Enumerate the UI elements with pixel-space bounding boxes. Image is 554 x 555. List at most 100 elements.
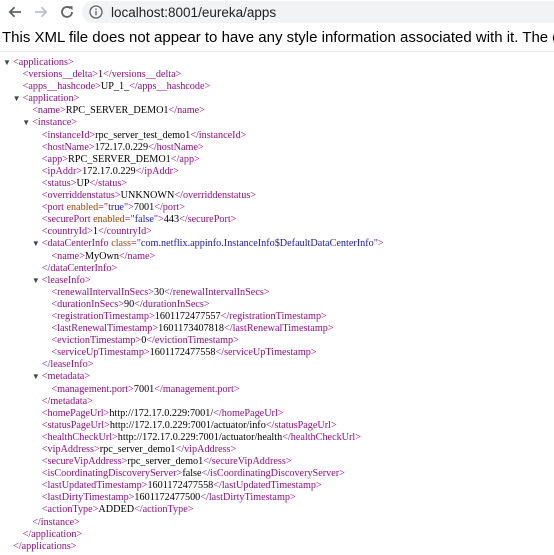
xml-tag: </ipAddr> bbox=[135, 165, 179, 177]
xml-text: 172.17.0.229 bbox=[82, 165, 136, 177]
collapse-toggle-icon[interactable]: ▼ bbox=[32, 371, 40, 383]
xml-tag: </applications> bbox=[13, 540, 77, 552]
xml-text: 7001 bbox=[133, 383, 155, 395]
xml-text: UP bbox=[76, 177, 90, 189]
xml-text: rpc_server_demo1 bbox=[127, 456, 204, 468]
xml-tag: </homePageUrl> bbox=[213, 407, 284, 419]
forward-arrow-icon bbox=[35, 6, 48, 18]
xml-tag: "> bbox=[153, 214, 164, 226]
xml-text: 30 bbox=[153, 286, 165, 298]
collapse-toggle-icon[interactable]: ▼ bbox=[3, 57, 11, 69]
xml-tag: </overriddenstatus> bbox=[174, 190, 257, 202]
xml-tag: <app> bbox=[41, 153, 68, 165]
collapse-toggle-icon[interactable]: ▼ bbox=[22, 117, 30, 129]
xml-tag: <actionType> bbox=[41, 504, 99, 516]
xml-tag: <vipAddress> bbox=[41, 444, 100, 455]
xml-line: </application> bbox=[0, 529, 554, 541]
xml-line: <status>UP</status> bbox=[0, 178, 554, 190]
xml-tag: </serviceUpTimestamp> bbox=[215, 347, 317, 359]
xml-tag: </port> bbox=[154, 202, 185, 214]
xml-tag: <evictionTimestamp> bbox=[51, 335, 142, 347]
xml-line: <evictionTimestamp>0</evictionTimestamp> bbox=[0, 335, 554, 347]
xml-tag: <countryId> bbox=[41, 226, 93, 238]
xml-line: ▼ <dataCenterInfo class="com.netflix.appi… bbox=[0, 238, 554, 250]
xml-line: <vipAddress>rpc_server_demo1</vipAddress… bbox=[0, 444, 554, 456]
xml-line: </metadata> bbox=[0, 396, 554, 408]
xml-line: <lastUpdatedTimestamp>1601172477558</las… bbox=[0, 480, 554, 492]
xml-text: MyOwn bbox=[84, 250, 119, 262]
xml-tag: "> bbox=[123, 202, 134, 214]
xml-line: <serviceUpTimestamp>1601172477558</servi… bbox=[0, 347, 554, 359]
xml-text: rpc_server_test_demo1 bbox=[95, 129, 191, 141]
xml-tag: </hostName> bbox=[148, 141, 204, 153]
xml-line: ▼ <application> bbox=[0, 93, 554, 105]
collapse-toggle-icon[interactable]: ▼ bbox=[32, 238, 40, 250]
xml-text: 172.17.0.229 bbox=[94, 141, 149, 153]
xml-line: <apps__hashcode>UP_1_</apps__hashcode> bbox=[0, 81, 554, 93]
back-button[interactable] bbox=[4, 1, 26, 23]
xml-line: <management.port>7001</management.port> bbox=[0, 384, 554, 396]
xml-tag: </leaseInfo> bbox=[41, 359, 94, 371]
url-text: localhost:8001/eureka/apps bbox=[111, 4, 277, 20]
xml-tag: <application> bbox=[22, 93, 80, 105]
xml-line: <ipAddr>172.17.0.229</ipAddr> bbox=[0, 166, 554, 178]
xml-line: <isCoordinatingDiscoveryServer>false</is… bbox=[0, 468, 554, 480]
xml-tag: </healthCheckUrl> bbox=[282, 431, 362, 443]
xml-tag: <ipAddr> bbox=[41, 165, 83, 177]
xml-tag: </registrationTimestamp> bbox=[220, 310, 327, 322]
xml-tag: <name> bbox=[51, 250, 85, 262]
xml-line: <securePort enabled="false">443</secureP… bbox=[0, 214, 554, 226]
xml-tag: </secureVipAddress> bbox=[203, 456, 292, 468]
xml-tag: <lastRenewalTimestamp> bbox=[51, 323, 159, 335]
xml-tag: <name> bbox=[32, 105, 66, 117]
xml-tag: </vipAddress> bbox=[175, 444, 237, 455]
xml-attr-name: enabled bbox=[66, 202, 99, 214]
xml-text: false bbox=[182, 468, 202, 480]
collapse-toggle-icon[interactable]: ▼ bbox=[32, 275, 40, 287]
xml-tag: =" bbox=[131, 238, 141, 250]
xml-line: <name>RPC_SERVER_DEMO1</name> bbox=[0, 105, 554, 117]
xml-tag: </metadata> bbox=[41, 395, 93, 407]
xml-tag: </app> bbox=[170, 153, 200, 165]
xml-line: </instance> bbox=[0, 517, 554, 529]
xml-tag: </instanceId> bbox=[190, 129, 247, 141]
xml-line: <renewalIntervalInSecs>30</renewalInterv… bbox=[0, 287, 554, 299]
xml-line: <healthCheckUrl>http://172.17.0.229:7001… bbox=[0, 432, 554, 444]
xml-line: </leaseInfo> bbox=[0, 359, 554, 371]
xml-line: <durationInSecs>90</durationInSecs> bbox=[0, 299, 554, 311]
xml-tag: <securePort bbox=[41, 214, 94, 226]
xml-line: <name>MyOwn</name> bbox=[0, 251, 554, 263]
xml-text: 7001 bbox=[133, 202, 155, 214]
xml-tag: <dataCenterInfo bbox=[41, 238, 112, 250]
xml-tag: </evictionTimestamp> bbox=[146, 335, 239, 347]
reload-icon bbox=[61, 6, 73, 18]
xml-line: <statusPageUrl>http://172.17.0.229:7001/… bbox=[0, 420, 554, 432]
xml-tag: <apps__hashcode> bbox=[22, 81, 101, 93]
xml-tree: ▼ <applications> <versions__delta>1</versi… bbox=[0, 57, 554, 553]
xml-line: ▼ <applications> bbox=[0, 57, 554, 69]
xml-text: 1601172477500 bbox=[134, 492, 201, 504]
xml-line: <overriddenstatus>UNKNOWN</overriddensta… bbox=[0, 190, 554, 202]
xml-tag: </name> bbox=[118, 250, 156, 262]
xml-text: http://172.17.0.229:7001/actuator/health bbox=[117, 431, 283, 443]
forward-button[interactable] bbox=[30, 1, 52, 23]
xml-tag: <instance> bbox=[32, 117, 78, 129]
info-circle-icon[interactable] bbox=[89, 5, 103, 19]
reload-button[interactable] bbox=[56, 1, 78, 23]
xml-text: 1601173407818 bbox=[158, 323, 224, 335]
xml-tag: <overriddenstatus> bbox=[41, 190, 121, 202]
xml-tag: </apps__hashcode> bbox=[129, 81, 211, 93]
xml-line: <lastDirtyTimestamp>1601172477500</lastD… bbox=[0, 492, 554, 504]
xml-tag: <renewalIntervalInSecs> bbox=[51, 286, 154, 298]
xml-tag: <status> bbox=[41, 177, 77, 189]
xml-tag: </lastRenewalTimestamp> bbox=[224, 323, 334, 335]
address-bar[interactable]: localhost:8001/eureka/apps bbox=[82, 1, 554, 23]
collapse-toggle-icon[interactable]: ▼ bbox=[13, 93, 21, 105]
xml-line: <actionType>ADDED</actionType> bbox=[0, 504, 554, 516]
xml-tag: <instanceId> bbox=[41, 129, 96, 141]
xml-tag: <management.port> bbox=[51, 383, 134, 395]
xml-tag: <secureVipAddress> bbox=[41, 456, 128, 468]
xml-tag: <healthCheckUrl> bbox=[41, 431, 118, 443]
xml-tag: </lastDirtyTimestamp> bbox=[200, 492, 296, 504]
xml-text: 1601172477558 bbox=[149, 347, 216, 359]
